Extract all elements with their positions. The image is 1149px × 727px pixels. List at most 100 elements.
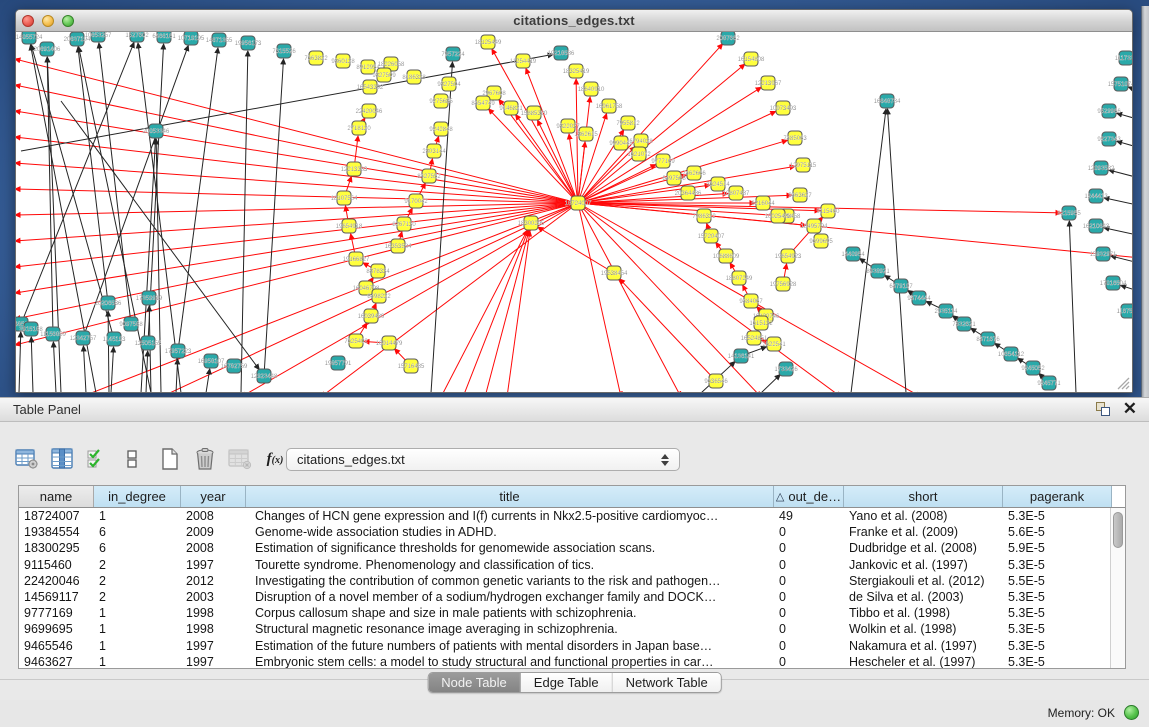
- delete-table-icon[interactable]: [192, 446, 218, 472]
- citation-edge-red[interactable]: [578, 203, 681, 392]
- graph-node[interactable]: 9115460: [817, 204, 841, 218]
- citation-edge-red[interactable]: [578, 44, 723, 203]
- citation-edge-black[interactable]: [888, 109, 906, 392]
- citation-edge-black[interactable]: [108, 311, 109, 392]
- citation-edge-red[interactable]: [578, 203, 621, 392]
- citation-edge-red[interactable]: [441, 230, 527, 392]
- table-row[interactable]: 1872400712008Changes of HCN gene express…: [19, 508, 1125, 524]
- graph-node[interactable]: 18495794: [801, 219, 828, 233]
- citation-edge-black[interactable]: [1069, 221, 1076, 392]
- graph-node[interactable]: 10654112: [998, 347, 1025, 361]
- graph-node[interactable]: 9529966: [1097, 104, 1121, 118]
- graph-node[interactable]: 15932971: [1090, 247, 1117, 261]
- citation-edge-black[interactable]: [1104, 198, 1132, 208]
- citation-edge-red[interactable]: [16, 111, 578, 203]
- graph-node[interactable]: 1167533: [1117, 304, 1132, 318]
- graph-node[interactable]: 19956173: [235, 36, 262, 50]
- citation-edge-red[interactable]: [16, 189, 578, 203]
- graph-node[interactable]: 19538454: [601, 266, 628, 280]
- graph-node[interactable]: 18325419: [563, 64, 590, 78]
- citation-edge-black[interactable]: [1128, 87, 1132, 96]
- graph-node[interactable]: 12213383: [341, 162, 368, 176]
- graph-node[interactable]: 1145193: [103, 332, 127, 346]
- graph-node[interactable]: 20364486: [675, 186, 702, 200]
- graph-node[interactable]: 14136141: [728, 349, 755, 363]
- graph-node[interactable]: 12213967: [755, 76, 782, 90]
- table-row[interactable]: 946362711997Embryonic stem cells: a mode…: [19, 654, 1125, 668]
- tab-network-table[interactable]: Network Table: [613, 673, 721, 692]
- graph-node[interactable]: 10688609: [713, 249, 740, 263]
- graph-node[interactable]: 9636546: [704, 374, 728, 388]
- graph-node[interactable]: 1117333: [1115, 51, 1132, 65]
- citation-edge-red[interactable]: [16, 203, 578, 345]
- citation-edge-red[interactable]: [16, 137, 578, 203]
- float-panel-icon[interactable]: [1095, 401, 1111, 417]
- citation-edge-black[interactable]: [47, 57, 61, 392]
- table-row[interactable]: 911546021997Tourette syndrome. Phenomeno…: [19, 557, 1125, 573]
- graph-node[interactable]: 9463627: [788, 188, 812, 202]
- citation-edge-red[interactable]: [16, 163, 578, 203]
- citation-edge-black[interactable]: [156, 139, 161, 392]
- citation-edge-black[interactable]: [31, 337, 33, 392]
- graph-node[interactable]: 7615526: [272, 44, 296, 58]
- graph-node[interactable]: 16648784: [874, 94, 901, 108]
- graph-node[interactable]: 3624514: [706, 177, 730, 191]
- citation-edge-black[interactable]: [83, 346, 86, 392]
- window-resize-grip[interactable]: [1116, 376, 1130, 390]
- close-window-icon[interactable]: [22, 15, 34, 27]
- zoom-window-icon[interactable]: [62, 15, 74, 27]
- citation-edge-red[interactable]: [578, 203, 761, 392]
- graph-node[interactable]: 18640910: [578, 82, 605, 96]
- close-panel-icon[interactable]: ✕: [1123, 401, 1137, 417]
- graph-node[interactable]: 12505155: [135, 336, 162, 350]
- graph-node[interactable]: 6466161: [152, 32, 176, 43]
- column-header-year[interactable]: year: [181, 486, 246, 507]
- graph-node[interactable]: 2718120: [347, 121, 371, 135]
- graph-node[interactable]: 12923448: [251, 369, 278, 383]
- graph-node[interactable]: 1527602: [125, 32, 149, 42]
- graph-node[interactable]: 6794028: [629, 134, 653, 148]
- graph-node[interactable]: 12342757: [70, 331, 97, 345]
- citation-edge-black[interactable]: [53, 342, 56, 392]
- graph-node[interactable]: 12975115: [790, 158, 817, 172]
- graph-node[interactable]: 18107554: [331, 191, 358, 205]
- graph-node[interactable]: 8215955: [1057, 206, 1081, 220]
- graph-node[interactable]: 2803144: [422, 144, 446, 158]
- graph-node[interactable]: 11156859: [40, 327, 66, 341]
- citation-edge-black[interactable]: [47, 57, 53, 334]
- function-builder-icon[interactable]: f(x): [262, 446, 288, 472]
- tab-node-table[interactable]: Node Table: [428, 673, 521, 692]
- graph-node[interactable]: 16782759: [221, 359, 248, 373]
- citation-edge-black[interactable]: [176, 359, 178, 392]
- graph-node[interactable]: 19654923: [775, 249, 802, 263]
- graph-node[interactable]: 19756928: [770, 277, 797, 291]
- graph-node[interactable]: 12093582: [1088, 161, 1115, 175]
- graph-node[interactable]: 11254419: [510, 54, 537, 68]
- table-row[interactable]: 1830029562008Estimation of significance …: [19, 540, 1125, 556]
- graph-node[interactable]: 9860128: [331, 54, 355, 68]
- graph-node[interactable]: 15751074: [1108, 77, 1132, 91]
- tab-edge-table[interactable]: Edge Table: [521, 673, 613, 692]
- column-header-pagerank[interactable]: pagerank: [1003, 486, 1112, 507]
- graph-node[interactable]: 7663822: [304, 51, 328, 65]
- citation-edge-red[interactable]: [16, 59, 578, 203]
- graph-node[interactable]: 1244413: [1084, 189, 1108, 203]
- network-window-titlebar[interactable]: citations_edges.txt: [16, 10, 1132, 32]
- graph-node[interactable]: 15716485: [398, 359, 425, 373]
- graph-node[interactable]: 7957224: [441, 47, 465, 61]
- citation-edge-red[interactable]: [576, 79, 578, 203]
- minimize-window-icon[interactable]: [42, 15, 54, 27]
- graph-node[interactable]: 8267130: [392, 217, 416, 231]
- column-header-title[interactable]: title: [246, 486, 774, 507]
- graph-node[interactable]: 18807249: [726, 271, 753, 285]
- new-table-icon[interactable]: [157, 446, 183, 472]
- select-rows-icon[interactable]: [84, 446, 110, 472]
- graph-node[interactable]: 16039489: [358, 309, 385, 323]
- graph-node[interactable]: 9827504: [437, 77, 461, 91]
- graph-node[interactable]: 9227343: [1097, 132, 1121, 146]
- graph-node[interactable]: 14671355: [206, 33, 233, 47]
- column-header-out_de[interactable]: △out_de…: [774, 486, 844, 507]
- graph-node[interactable]: 7625402: [344, 334, 368, 348]
- citation-edge-red[interactable]: [526, 68, 578, 203]
- graph-node[interactable]: 10719195: [178, 32, 205, 45]
